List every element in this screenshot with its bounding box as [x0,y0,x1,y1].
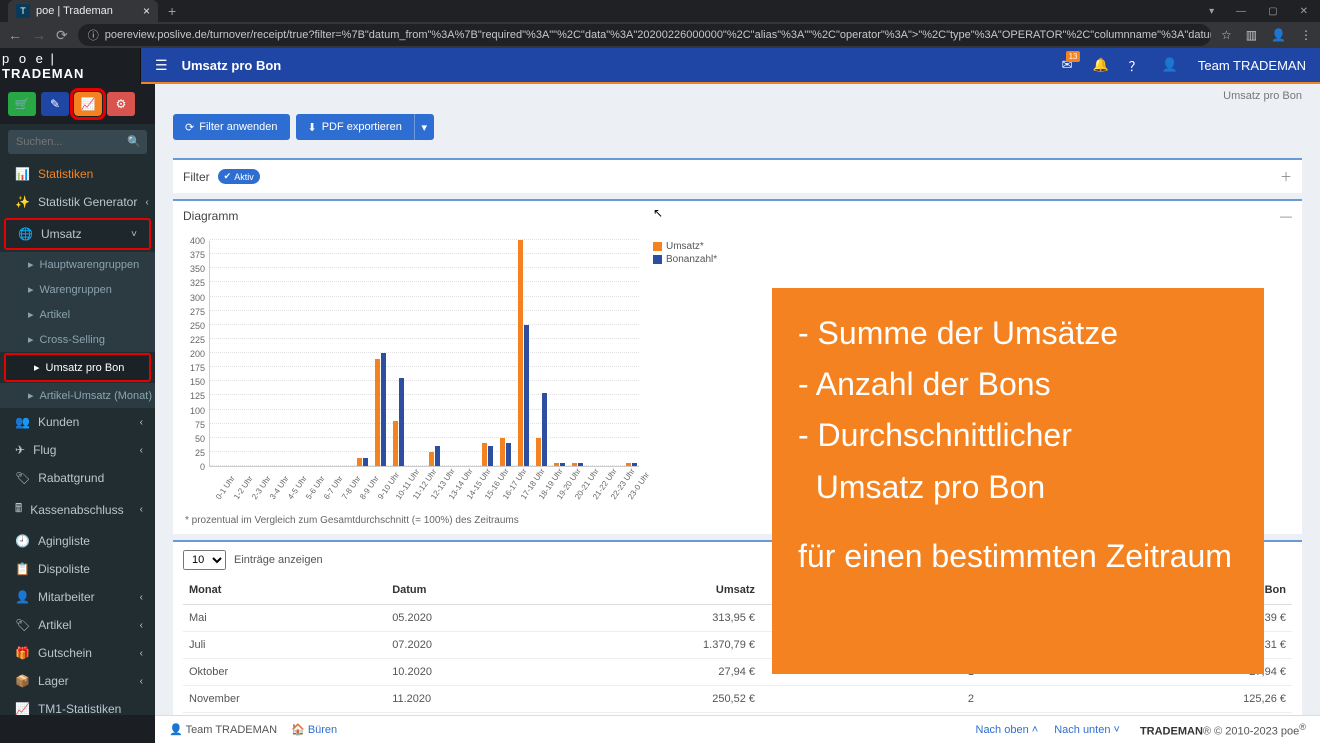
chart-panel-title: Diagramm [183,209,238,223]
sidebar-item-kassenabschluss[interactable]: 🖩 Kassenabschluss‹ [0,492,155,527]
col-monat[interactable]: Monat [183,576,386,605]
pdf-export-button[interactable]: ⬇ PDF exportieren [296,114,414,140]
footer-user: 👤 Team TRADEMAN [169,723,277,736]
pdf-export-dropdown[interactable]: ▾ [414,114,434,140]
sidebar-item-gutschein[interactable]: 🎁 Gutschein‹ [0,639,155,667]
extension-icon[interactable]: ▥ [1246,28,1257,42]
page-size-select[interactable]: 10 [183,550,226,570]
sidebar-sub-artikel-umsatz-monat[interactable]: ▸ Artikel-Umsatz (Monat) [0,383,155,408]
sidebar: 🛒 ✎ 📈 ⚙ 🔍 📊 Statistiken ✨ Statistik Gene… [0,84,155,715]
chart-area: 0255075100125150175200225250275300325350… [183,239,643,509]
user-icon[interactable]: 👤 [1162,57,1178,73]
legend-swatch-umsatz [653,242,662,251]
nav-reload-icon[interactable]: ⟳ [56,27,68,44]
window-minimize-icon[interactable]: ▾ [1209,6,1214,17]
main-content: Umsatz pro Bon ⟳ Filter anwenden ⬇ PDF e… [155,84,1320,715]
sidebar-logo: p o e | TRADEMAN [0,48,141,84]
page-title: Umsatz pro Bon [182,58,282,73]
sidebar-sub-cross-selling[interactable]: ▸ Cross-Selling [0,327,155,352]
bookmark-icon[interactable]: ☆ [1221,28,1232,42]
user-name: Team TRADEMAN [1198,58,1306,73]
sidebar-sub-hauptwarengruppen[interactable]: ▸ Hauptwarengruppen [0,252,155,277]
tool-cart-button[interactable]: 🛒 [8,92,36,116]
mail-icon[interactable]: ✉13 [1062,57,1073,73]
sidebar-item-mitarbeiter[interactable]: 👤 Mitarbeiter‹ [0,583,155,611]
filter-panel: Filter ✔ Aktiv ＋ [173,158,1302,193]
sidebar-item-kunden[interactable]: 👥 Kunden‹ [0,408,155,436]
filter-panel-title: Filter [183,170,210,184]
menu-icon[interactable]: ⋮ [1300,28,1312,42]
sidebar-item-rabattgrund[interactable]: 🏷 Rabattgrund [0,464,155,492]
footer-nach-oben[interactable]: Nach oben ˄ [976,724,1039,736]
sidebar-item-artikel[interactable]: 🏷 Artikel‹ [0,611,155,639]
hamburger-icon[interactable]: ☰ [155,57,168,74]
window-close-icon[interactable]: ✕ [1300,6,1308,17]
sidebar-sub-umsatz-pro-bon[interactable]: ▸ Umsatz pro Bon [4,353,151,382]
sidebar-item-flug[interactable]: ✈ Flug‹ [0,436,155,464]
sidebar-item-dispoliste[interactable]: 📋 Dispoliste [0,555,155,583]
sidebar-item-umsatz[interactable]: 🌐 Umsatz˅ [4,218,151,250]
browser-chrome: T poe | Trademan × + ▾ — ▢ ✕ ← → ⟳ ⓘ poe… [0,0,1320,48]
tab-title: poe | Trademan [36,5,113,17]
footer: 👤 Team TRADEMAN 🏠 Büren Nach oben ˄ Nach… [155,715,1320,743]
chart-collapse-icon[interactable]: — [1280,209,1292,223]
profile-icon[interactable]: 👤 [1271,28,1286,42]
col-umsatz[interactable]: Umsatz [554,576,761,605]
topbar: ☰ Umsatz pro Bon ✉13 🔔 ？ 👤 Team TRADEMAN [141,48,1320,84]
nav-forward-icon[interactable]: → [32,27,46,43]
chart-legend: Umsatz* Bonanzahl* [653,239,717,509]
tool-settings-button[interactable]: ⚙ [107,92,135,116]
filter-apply-button[interactable]: ⟳ Filter anwenden [173,114,290,140]
sidebar-item-tm1[interactable]: 📈 TM1-Statistiken [0,695,155,715]
sidebar-item-lager[interactable]: 📦 Lager‹ [0,667,155,695]
breadcrumb: Umsatz pro Bon [155,84,1320,102]
entries-label: Einträge anzeigen [234,554,323,566]
col-datum[interactable]: Datum [386,576,554,605]
tab-close-icon[interactable]: × [143,4,150,18]
sidebar-item-agingliste[interactable]: 🕘 Agingliste [0,527,155,555]
tool-edit-button[interactable]: ✎ [41,92,69,116]
table-row[interactable]: November11.2020250,52 €2125,26 € [183,686,1292,713]
legend-swatch-bonanzahl [653,255,662,264]
sidebar-sub-warengruppen[interactable]: ▸ Warengruppen [0,277,155,302]
browser-tab[interactable]: T poe | Trademan × [8,0,158,22]
sidebar-item-statistiken[interactable]: 📊 Statistiken [0,160,155,188]
footer-nach-unten[interactable]: Nach unten ˅ [1054,724,1120,736]
url-text: poereview.poslive.de/turnover/receipt/tr… [105,29,1211,41]
window-min-icon[interactable]: — [1236,6,1246,17]
window-max-icon[interactable]: ▢ [1268,6,1277,17]
tool-stats-button[interactable]: 📈 [74,92,102,116]
tab-favicon: T [16,4,30,18]
bell-icon[interactable]: 🔔 [1092,57,1108,73]
sidebar-sub-artikel[interactable]: ▸ Artikel [0,302,155,327]
filter-add-icon[interactable]: ＋ [1280,168,1292,185]
search-icon[interactable]: 🔍 [127,135,141,148]
new-tab-button[interactable]: + [168,3,176,19]
nav-back-icon[interactable]: ← [8,27,22,43]
info-overlay: - Summe der Umsätze - Anzahl der Bons - … [772,288,1264,674]
help-icon[interactable]: ？ [1129,56,1142,75]
filter-active-badge: ✔ Aktiv [218,169,260,184]
sidebar-item-statistik-generator[interactable]: ✨ Statistik Generator‹ [0,188,155,216]
url-bar[interactable]: ⓘ poereview.poslive.de/turnover/receipt/… [78,24,1211,46]
footer-home-link[interactable]: 🏠 Büren [291,723,337,736]
footer-brand: TRADEMAN® © 2010-2023 poe® [1140,722,1306,738]
search-input[interactable] [8,130,147,154]
